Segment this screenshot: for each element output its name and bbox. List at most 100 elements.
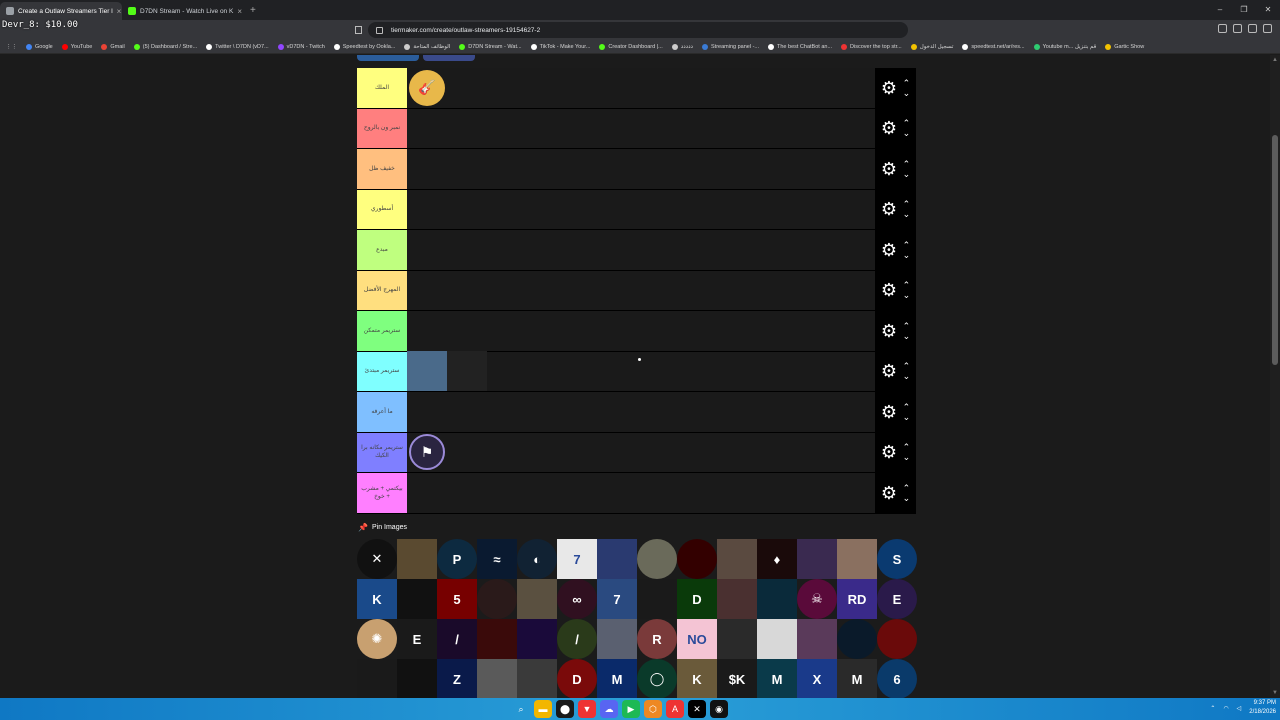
tier-label[interactable]: ما أعرفه: [357, 392, 407, 432]
tier-label[interactable]: أسطوري: [357, 189, 407, 229]
tier-label[interactable]: ستريمر مكانه برا الكيك: [357, 432, 407, 472]
tier-drop-zone[interactable]: [407, 108, 875, 148]
gear-icon[interactable]: ⚙: [881, 484, 897, 502]
tier-label[interactable]: ستريمر متمكن: [357, 311, 407, 351]
pool-image[interactable]: 7: [557, 539, 597, 579]
pool-image[interactable]: ♦: [757, 539, 797, 579]
pool-image[interactable]: [517, 619, 557, 659]
chevron-up-icon[interactable]: ⌃: [903, 402, 911, 412]
pool-image[interactable]: [637, 539, 677, 579]
tier-drop-zone[interactable]: [407, 351, 875, 392]
scroll-up-arrow[interactable]: ▲: [1272, 57, 1278, 63]
pool-image[interactable]: [797, 619, 837, 659]
address-bar[interactable]: tiermaker.com/create/outlaw-streamers-19…: [368, 22, 908, 38]
chevron-up-icon[interactable]: ⌃: [903, 483, 911, 493]
chevron-up-icon[interactable]: ⌃: [903, 361, 911, 371]
pool-image[interactable]: ✕: [357, 539, 397, 579]
pool-image[interactable]: 5: [437, 579, 477, 619]
taskbar-app-icon[interactable]: A: [666, 700, 684, 718]
pool-image[interactable]: S: [877, 539, 917, 579]
pool-image[interactable]: [397, 539, 437, 579]
page-scrollbar[interactable]: ▲ ▼: [1270, 55, 1280, 698]
gear-icon[interactable]: ⚙: [881, 403, 897, 421]
pool-image[interactable]: [677, 539, 717, 579]
gear-icon[interactable]: ⚙: [881, 322, 897, 340]
taskbar-app-icon[interactable]: ▬: [534, 700, 552, 718]
bookmark-item[interactable]: Gartic Show: [1105, 43, 1144, 50]
gear-icon[interactable]: ⚙: [881, 281, 897, 299]
pool-image[interactable]: M: [837, 659, 877, 698]
pool-image[interactable]: X: [797, 659, 837, 698]
pool-image[interactable]: K: [357, 579, 397, 619]
bookmark-item[interactable]: vD7DN - Twitch: [277, 43, 325, 50]
tier-label[interactable]: بيكتمي + مشرب + خوخ: [357, 473, 407, 513]
menu-icon[interactable]: [1263, 24, 1272, 33]
tier-drop-zone[interactable]: [407, 311, 875, 351]
tier-drop-zone[interactable]: ⚑: [407, 432, 875, 472]
bookmark-item[interactable]: Google: [26, 43, 53, 50]
pool-image[interactable]: [837, 539, 877, 579]
pool-image[interactable]: ≈: [477, 539, 517, 579]
pool-image[interactable]: [797, 539, 837, 579]
browser-tab[interactable]: Create a Outlaw Streamers Tier l ×: [0, 2, 122, 20]
chevron-down-icon[interactable]: ⌄: [903, 169, 911, 179]
chevron-up-icon[interactable]: ⌃: [903, 159, 911, 169]
chevron-up-icon[interactable]: ⌃: [903, 118, 911, 128]
pool-image[interactable]: M: [597, 659, 637, 698]
pool-image[interactable]: NO: [677, 619, 717, 659]
chevron-down-icon[interactable]: ⌄: [903, 412, 911, 422]
taskbar-app-icon[interactable]: ⬤: [556, 700, 574, 718]
pool-image[interactable]: /: [437, 619, 477, 659]
tier-label[interactable]: ستريمر مبتدئ: [357, 351, 407, 391]
tier-drop-zone[interactable]: [407, 189, 875, 229]
bookmark-item[interactable]: Speedtest by Ookla...: [333, 43, 395, 50]
bookmark-item[interactable]: speedtest.net/ar/res...: [962, 43, 1025, 50]
tier-label[interactable]: الملك: [357, 68, 407, 108]
apps-grid-icon[interactable]: ⋮⋮: [6, 44, 17, 50]
taskbar-app-icon[interactable]: ⌕: [512, 700, 530, 718]
browser-tab[interactable]: D7DN Stream - Watch Live on K ×: [122, 2, 244, 20]
pool-image[interactable]: /: [557, 619, 597, 659]
flag-logo-icon[interactable]: ⚑: [407, 432, 447, 472]
bookmark-item[interactable]: TikTok - Make Your...: [530, 43, 590, 50]
chevron-down-icon[interactable]: ⌄: [903, 250, 911, 260]
pool-image[interactable]: E: [877, 579, 917, 619]
pool-image[interactable]: [717, 619, 757, 659]
top-button-left[interactable]: [357, 55, 419, 61]
wifi-icon[interactable]: ◠: [1223, 705, 1228, 712]
pool-image[interactable]: [757, 579, 797, 619]
pool-image[interactable]: [877, 619, 917, 659]
tier-drop-zone[interactable]: [407, 270, 875, 310]
pool-image[interactable]: 6: [877, 659, 917, 698]
bookmark-icon[interactable]: [355, 26, 362, 34]
taskbar-app-icon[interactable]: ◉: [710, 700, 728, 718]
tier-drop-zone[interactable]: [407, 473, 875, 513]
profile-icon[interactable]: [1248, 24, 1257, 33]
gear-icon[interactable]: ⚙: [881, 241, 897, 259]
pin-images-toggle[interactable]: 📌 Pin Images: [358, 523, 407, 532]
pool-image[interactable]: D: [557, 659, 597, 698]
pool-image[interactable]: [717, 579, 757, 619]
minimize-button[interactable]: –: [1208, 0, 1232, 20]
chevron-down-icon[interactable]: ⌄: [903, 331, 911, 341]
tier-drop-zone[interactable]: 🎸: [407, 68, 875, 108]
pool-image[interactable]: $K: [717, 659, 757, 698]
pool-image[interactable]: ☠: [797, 579, 837, 619]
pool-image[interactable]: [717, 539, 757, 579]
pool-image[interactable]: [757, 619, 797, 659]
gear-icon[interactable]: ⚙: [881, 443, 897, 461]
tier-label[interactable]: مبدع: [357, 230, 407, 270]
new-tab-button[interactable]: +: [250, 5, 256, 16]
pool-image[interactable]: [597, 619, 637, 659]
bookmark-item[interactable]: The best ChatBot an...: [768, 43, 832, 50]
pool-image[interactable]: 7: [597, 579, 637, 619]
pool-image[interactable]: [517, 659, 557, 698]
gear-icon[interactable]: ⚙: [881, 160, 897, 178]
pool-image[interactable]: E: [397, 619, 437, 659]
tray-chevron-icon[interactable]: ⌃: [1210, 705, 1215, 712]
extensions-icon[interactable]: [1218, 24, 1227, 33]
pool-image[interactable]: [637, 579, 677, 619]
pool-image[interactable]: M: [757, 659, 797, 698]
pool-image[interactable]: R: [637, 619, 677, 659]
scroll-down-arrow[interactable]: ▼: [1272, 690, 1278, 696]
